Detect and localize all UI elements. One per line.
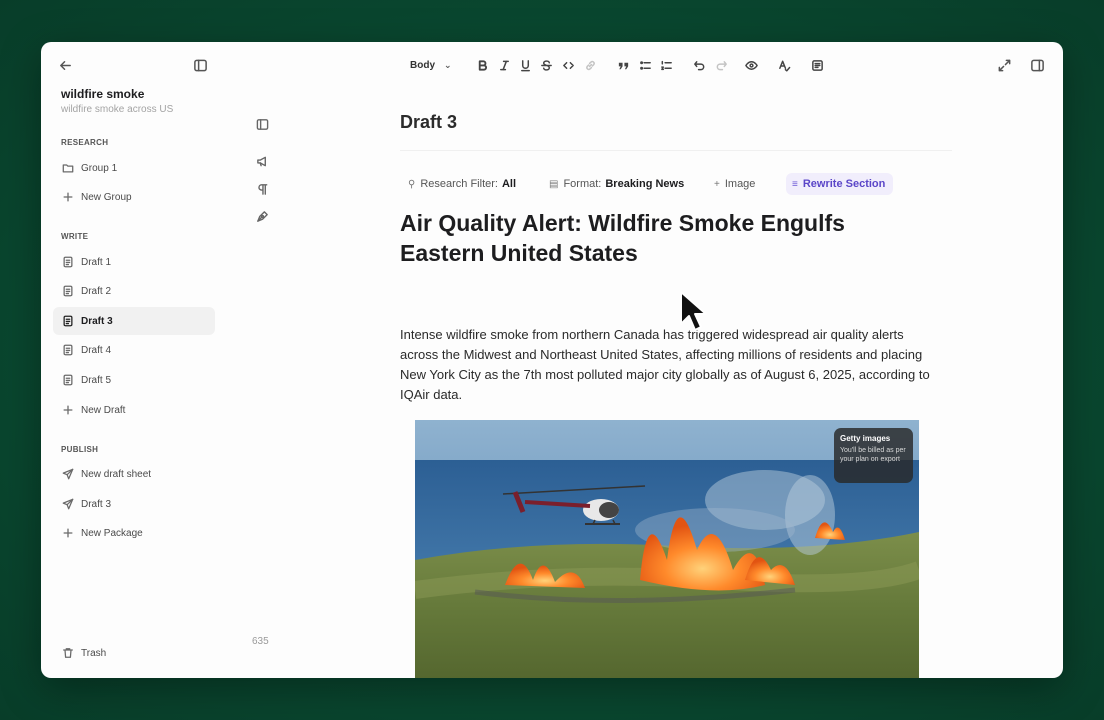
bullet-list-icon[interactable]	[636, 56, 654, 74]
sidebar-item-group-1[interactable]: Group 1	[53, 154, 215, 182]
sidebar: wildfire smoke wildfire smoke across US …	[41, 42, 217, 678]
format-icon: ▤	[549, 178, 559, 190]
image-chip[interactable]: + Image	[714, 173, 755, 195]
sidebar-item-label: Draft 2	[81, 285, 112, 297]
section-label-research: RESEARCH	[61, 138, 109, 147]
strikethrough-icon[interactable]	[537, 56, 555, 74]
research-filter-chip[interactable]: ⚲ Research Filter: All	[408, 173, 516, 195]
sidebar-item-label: Draft 5	[81, 374, 112, 386]
send-icon	[61, 497, 75, 511]
text-style-select[interactable]: Body ⌄	[401, 54, 459, 76]
research-filter-value: All	[501, 178, 517, 190]
bold-icon[interactable]	[473, 56, 491, 74]
quote-icon[interactable]	[614, 56, 632, 74]
undo-icon[interactable]	[690, 56, 708, 74]
document-title[interactable]: Draft 3	[400, 112, 457, 133]
text-style-label: Body	[410, 59, 435, 71]
format-value: Breaking News	[605, 178, 685, 190]
sidebar-item-label: Draft 1	[81, 256, 112, 268]
megaphone-icon[interactable]	[254, 153, 270, 169]
sidebar-item-trash[interactable]: Trash	[53, 639, 215, 667]
article-paragraph[interactable]: Intense wildfire smoke from northern Can…	[400, 325, 940, 405]
section-label-write: WRITE	[61, 232, 89, 241]
research-filter-label: Research Filter:	[420, 178, 498, 190]
sidebar-item-draft-3[interactable]: Draft 3	[53, 307, 215, 335]
word-count: 635	[252, 636, 269, 647]
folder-icon	[61, 161, 75, 175]
sidebar-item-label: New Group	[81, 191, 132, 203]
spellcheck-icon[interactable]	[775, 56, 793, 74]
underline-icon[interactable]	[516, 56, 534, 74]
sparkle-icon: ≡	[792, 178, 798, 190]
getty-title: Getty images	[840, 434, 891, 443]
send-icon	[61, 467, 75, 481]
sidebar-item-label: New Draft	[81, 404, 126, 416]
panel-icon[interactable]	[254, 116, 270, 132]
sidebar-item-label: Trash	[81, 647, 107, 659]
expand-icon[interactable]	[995, 56, 1013, 74]
project-title: wildfire smoke	[61, 87, 145, 101]
document-icon	[61, 284, 75, 298]
plus-icon: +	[714, 178, 720, 190]
plus-icon	[61, 403, 75, 417]
link-icon[interactable]	[581, 56, 599, 74]
sidebar-item-label: Draft 3	[81, 498, 112, 510]
trash-icon	[61, 646, 75, 660]
sidebar-item-new-draft-sheet[interactable]: New draft sheet	[53, 460, 215, 488]
app-window: wildfire smoke wildfire smoke across US …	[41, 42, 1063, 678]
document-icon	[61, 314, 75, 328]
document-icon	[61, 343, 75, 357]
plus-icon	[61, 526, 75, 540]
plus-icon	[61, 190, 75, 204]
getty-images-overlay[interactable]: Getty images You'll be billed as per you…	[834, 428, 913, 483]
sidebar-item-draft-2[interactable]: Draft 2	[53, 277, 215, 305]
sidebar-item-new-package[interactable]: New Package	[53, 519, 215, 547]
document-icon	[61, 373, 75, 387]
sidebar-item-draft-1[interactable]: Draft 1	[53, 248, 215, 276]
chevron-down-icon: ⌄	[444, 59, 452, 70]
numbered-list-icon[interactable]	[657, 56, 675, 74]
eye-icon[interactable]	[742, 56, 760, 74]
sidebar-item-label: Draft 3	[81, 315, 113, 327]
getty-note: You'll be billed as per your plan on exp…	[840, 447, 906, 463]
rewrite-label: Rewrite Section	[802, 178, 886, 190]
code-icon[interactable]	[559, 56, 577, 74]
sidebar-item-draft-4[interactable]: Draft 4	[53, 336, 215, 364]
mouse-cursor-icon	[679, 290, 711, 339]
section-label-publish: PUBLISH	[61, 445, 99, 454]
filter-icon: ⚲	[408, 178, 416, 190]
pen-nib-icon[interactable]	[254, 208, 270, 224]
image-label: Image	[724, 178, 756, 190]
italic-icon[interactable]	[495, 56, 513, 74]
sidebar-item-new-group[interactable]: New Group	[53, 183, 215, 211]
sidebar-item-publish-draft-3[interactable]: Draft 3	[53, 490, 215, 518]
document-icon	[61, 255, 75, 269]
paragraph-icon[interactable]	[254, 181, 270, 197]
sidebar-item-label: Group 1	[81, 162, 118, 174]
sidebar-item-label: New Package	[81, 527, 143, 539]
document-settings-icon[interactable]	[808, 56, 826, 74]
divider	[400, 150, 952, 151]
redo-icon[interactable]	[712, 56, 730, 74]
sidebar-item-draft-5[interactable]: Draft 5	[53, 366, 215, 394]
sidebar-item-new-draft[interactable]: New Draft	[53, 396, 215, 424]
sidebar-item-label: Draft 4	[81, 344, 112, 356]
project-subtitle: wildfire smoke across US	[61, 104, 174, 115]
right-panel-toggle-icon[interactable]	[1028, 56, 1046, 74]
sidebar-item-label: New draft sheet	[81, 468, 152, 480]
rewrite-section-button[interactable]: ≡ Rewrite Section	[786, 173, 894, 195]
format-label: Format:	[563, 178, 602, 190]
article-headline[interactable]: Air Quality Alert: Wildfire Smoke Engulf…	[400, 208, 920, 268]
format-chip[interactable]: ▤ Format: Breaking News	[549, 173, 684, 195]
